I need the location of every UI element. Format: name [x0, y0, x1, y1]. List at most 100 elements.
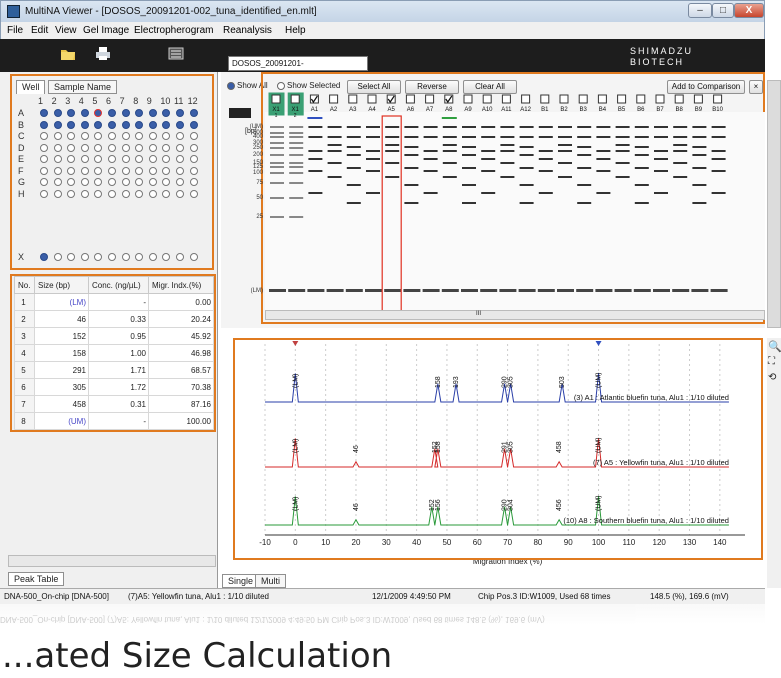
tab-sample-name[interactable]: Sample Name	[48, 80, 118, 94]
well-cell[interactable]	[108, 189, 116, 198]
well-cell[interactable]	[108, 155, 116, 163]
reset-zoom-icon[interactable]: ⟲	[768, 372, 776, 383]
well-cell[interactable]	[162, 120, 171, 129]
well-cell[interactable]	[80, 132, 89, 140]
well-cell[interactable]	[94, 143, 103, 152]
well-cell[interactable]	[176, 143, 184, 152]
well-cell[interactable]	[53, 155, 62, 163]
well-cell[interactable]	[53, 189, 62, 198]
gel-view-icon[interactable]	[168, 46, 184, 61]
well-cell[interactable]	[40, 120, 48, 129]
well-cell[interactable]	[121, 120, 130, 129]
show-all-radio[interactable]	[227, 82, 235, 90]
well-cell[interactable]	[67, 120, 76, 129]
lane-checkbox[interactable]	[290, 94, 300, 104]
table-row[interactable]: 5 291 1.71 68.57	[14, 361, 214, 379]
lane-checkbox[interactable]	[636, 94, 646, 104]
well-cell[interactable]	[189, 155, 198, 163]
well-cell[interactable]	[162, 166, 171, 175]
menu-help[interactable]: Help	[285, 25, 306, 36]
well-cell[interactable]	[189, 178, 198, 186]
well-cell[interactable]	[53, 143, 62, 152]
marker-well[interactable]	[53, 253, 62, 261]
well-cell[interactable]	[108, 109, 116, 117]
well-cell[interactable]	[40, 189, 48, 198]
well-cell[interactable]	[67, 189, 76, 198]
well-cell[interactable]	[189, 143, 198, 152]
well-cell[interactable]	[40, 143, 48, 152]
lane-checkbox[interactable]	[655, 94, 665, 104]
well-cell[interactable]	[176, 166, 184, 175]
well-cell[interactable]	[53, 132, 62, 140]
well-cell[interactable]	[67, 166, 76, 175]
well-cell[interactable]	[148, 189, 157, 198]
well-cell[interactable]	[108, 120, 116, 129]
maximize-button[interactable]: □	[712, 3, 734, 18]
well-cell[interactable]	[80, 143, 89, 152]
table-row[interactable]: 4 158 1.00 46.98	[14, 344, 214, 362]
lane-checkbox[interactable]	[501, 94, 511, 104]
well-cell[interactable]	[148, 132, 157, 140]
lane-checkbox[interactable]	[617, 94, 627, 104]
well-cell[interactable]	[40, 155, 48, 163]
lane-checkbox[interactable]	[425, 94, 435, 104]
table-row[interactable]: 6 305 1.72 70.38	[14, 378, 214, 396]
tab-well[interactable]: Well	[16, 80, 46, 94]
col-header-conc[interactable]: Conc. (ng/µL)	[88, 276, 149, 294]
open-folder-icon[interactable]	[60, 46, 76, 61]
menu-file[interactable]: File	[7, 25, 23, 36]
menu-electropherogram[interactable]: Electropherogram	[134, 25, 213, 36]
lane-checkbox[interactable]	[463, 94, 473, 104]
well-cell[interactable]	[80, 166, 89, 175]
marker-well[interactable]	[108, 253, 116, 261]
well-cell[interactable]	[94, 166, 103, 175]
well-cell[interactable]	[94, 120, 103, 129]
tab-multi[interactable]: Multi	[255, 574, 287, 588]
well-cell[interactable]	[148, 178, 157, 186]
well-cell[interactable]	[80, 178, 89, 186]
well-cell[interactable]	[176, 132, 184, 140]
menu-edit[interactable]: Edit	[31, 25, 48, 36]
well-cell[interactable]	[67, 143, 76, 152]
close-button[interactable]: X	[734, 3, 764, 18]
well-cell[interactable]	[80, 155, 89, 163]
well-cell[interactable]	[121, 132, 130, 140]
gel-horizontal-scrollbar[interactable]: III	[265, 310, 765, 320]
table-row[interactable]: 8 (UM) -100.00	[14, 412, 214, 430]
table-row[interactable]: 7 458 0.31 87.16	[14, 395, 214, 413]
well-cell[interactable]	[121, 109, 130, 117]
well-cell[interactable]	[176, 155, 184, 163]
lane-checkbox[interactable]	[578, 94, 588, 104]
run-selector[interactable]: DOSOS_20091201-002_tuna_identified ▾	[228, 56, 368, 81]
well-cell[interactable]	[148, 155, 157, 163]
well-cell[interactable]	[53, 120, 62, 129]
lane-checkbox[interactable]	[521, 94, 531, 104]
well-cell[interactable]	[135, 166, 144, 175]
print-icon[interactable]	[95, 46, 111, 61]
well-cell[interactable]	[148, 143, 157, 152]
zoom-in-icon[interactable]: 🔍	[768, 340, 781, 353]
well-cell[interactable]	[108, 166, 116, 175]
well-cell[interactable]	[189, 109, 198, 117]
well-cell[interactable]	[176, 178, 184, 186]
well-cell[interactable]	[135, 120, 144, 129]
well-cell[interactable]	[80, 189, 89, 198]
minimize-button[interactable]: –	[688, 3, 712, 18]
well-cell[interactable]	[135, 143, 144, 152]
well-cell[interactable]	[53, 109, 62, 117]
table-row[interactable]: 2 46 0.33 20.24	[14, 310, 214, 328]
marker-well[interactable]	[176, 253, 184, 261]
marker-well[interactable]	[189, 253, 198, 261]
col-header-no[interactable]: No.	[14, 276, 35, 294]
lane-checkbox[interactable]	[271, 94, 281, 104]
gel-vertical-scrollbar[interactable]	[767, 80, 781, 328]
marker-well[interactable]	[80, 253, 89, 261]
table-row[interactable]: 1 (LM) -0.00	[14, 293, 214, 311]
well-cell[interactable]	[176, 120, 184, 129]
well-cell[interactable]	[80, 120, 89, 129]
well-cell[interactable]	[176, 109, 184, 117]
well-cell[interactable]	[121, 155, 130, 163]
well-cell[interactable]	[94, 189, 103, 198]
menu-view[interactable]: View	[55, 25, 77, 36]
well-cell[interactable]	[162, 189, 171, 198]
